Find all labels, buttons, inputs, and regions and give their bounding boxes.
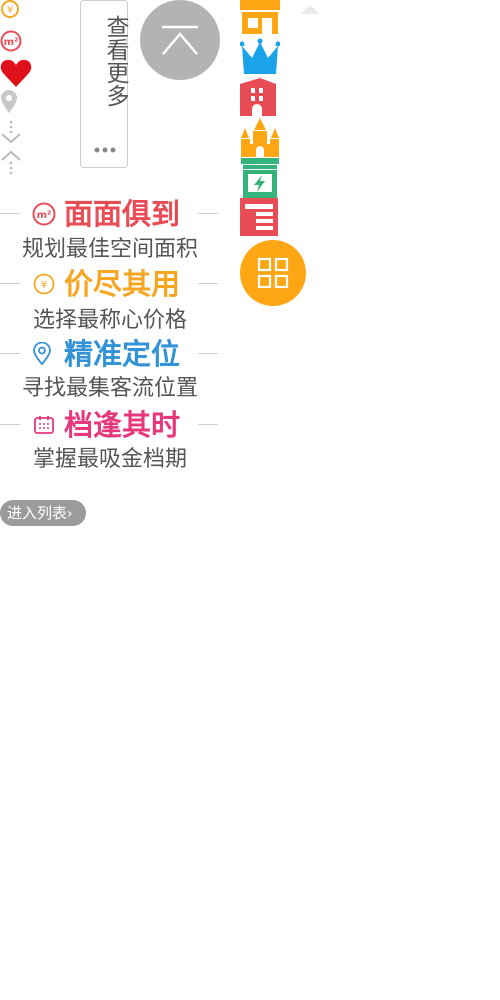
feature-subtitle: 规划最佳空间面积 [21,237,198,262]
divider-line [0,213,20,214]
view-more-label: 查看更多 [102,15,128,107]
svg-text:¥: ¥ [7,5,13,16]
chevron-right-icon: › [67,506,73,522]
crown-icon[interactable] [239,38,281,78]
scroll-down-icon[interactable] [0,120,24,146]
feature-title: 档逢其时 [64,408,181,442]
more-dots-icon [94,147,116,153]
feature-title: 价尽其用 [64,267,181,301]
svg-text:¥: ¥ [41,280,47,291]
area-m2-icon: m² [32,202,56,226]
divider-line [198,424,218,425]
divider-line [198,283,218,284]
view-more-card[interactable]: 查看更多 [80,0,128,168]
location-pin-icon [33,342,51,366]
yen-price-icon: ¥ [33,273,55,295]
feature-title: 面面俱到 [64,197,181,231]
feature-title-row: m² 面面俱到 [0,196,220,232]
feature-subtitle: 选择最称心价格 [32,308,187,333]
enter-list-label: 进入列表 [7,504,68,522]
feature-subtitle: 寻找最集客流位置 [21,376,198,401]
divider-line [0,353,20,354]
energy-shop-icon[interactable] [240,158,280,198]
news-board-icon[interactable] [240,198,280,238]
building-icon[interactable] [240,78,280,118]
feature-title-row: 精准定位 [0,336,220,372]
svg-text:m²: m² [4,37,19,48]
grid-menu-button[interactable] [240,240,306,306]
svg-text:m²: m² [37,210,52,221]
heart-icon[interactable] [0,58,32,88]
calendar-icon [34,416,54,434]
castle-icon[interactable] [240,118,280,158]
feature-title-row: ¥ 价尽其用 [0,266,220,302]
back-to-top-button[interactable] [140,0,220,80]
tooltip-caret-icon [300,0,320,14]
feature-subtitle: 掌握最吸金档期 [32,447,187,472]
area-m2-icon[interactable]: m² [0,30,22,52]
feature-title-row: 档逢其时 [0,407,220,443]
storefront-icon[interactable] [240,0,280,40]
enter-list-button[interactable]: 进入列表› [0,500,86,526]
divider-line [0,424,20,425]
divider-line [198,353,218,354]
scroll-up-icon[interactable] [0,148,24,175]
feature-title: 精准定位 [64,337,181,371]
back-to-top-icon [162,25,198,55]
divider-line [198,213,218,214]
grid-menu-icon [257,257,289,289]
location-pin-icon[interactable] [0,90,20,114]
yen-price-icon[interactable]: ¥ [0,0,22,22]
divider-line [0,283,20,284]
